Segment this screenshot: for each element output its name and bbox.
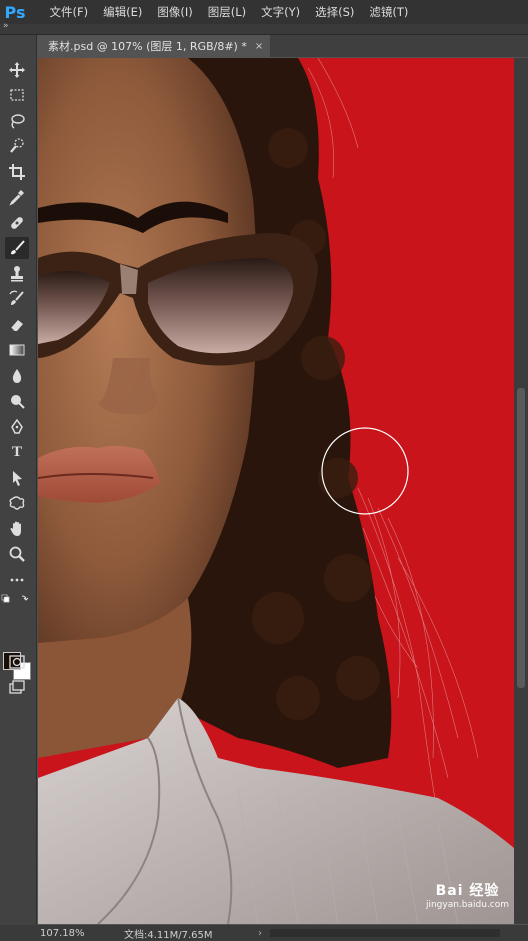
type-icon[interactable]: T [5,441,29,463]
tools-panel: T [0,35,37,931]
watermark-url: jingyan.baidu.com [425,900,510,910]
menu-item[interactable]: 图层(L) [200,4,253,20]
vertical-scrollbar[interactable] [514,58,528,924]
menu-item[interactable]: 选择(S) [308,4,362,20]
more-icon[interactable] [5,569,29,591]
status-menu-arrow-icon[interactable]: › [258,928,262,939]
eyedropper-icon[interactable] [5,186,29,208]
menu-item[interactable]: 图像(I) [150,4,200,20]
screen-mode-icon[interactable] [5,676,29,698]
document-tab-row: 素材.psd @ 107% (图层 1, RGB/8#) * × [38,35,528,57]
menu-bar: Ps 文件(F) 编辑(E) 图像(I) 图层(L) 文字(Y) 选择(S) 滤镜(T) [0,0,528,24]
history-brush-icon[interactable] [5,288,29,310]
collapse-panel-icon[interactable]: » [3,21,9,31]
canvas-image [38,58,514,924]
zoom-level[interactable]: 107.18% [40,928,85,939]
quick-mask-icon[interactable] [5,651,29,673]
menu-item[interactable]: 文件(F) [42,4,96,20]
swap-colors-icon[interactable] [0,593,34,607]
document-tab-title: 素材.psd @ 107% (图层 1, RGB/8#) * [48,40,247,53]
menu-item[interactable]: 编辑(E) [96,4,150,20]
options-bar: » [0,21,528,35]
gradient-icon[interactable] [5,339,29,361]
hand-icon[interactable] [5,518,29,540]
quick-select-icon[interactable] [5,135,29,157]
horizontal-scrollbar[interactable] [270,929,500,937]
healing-icon[interactable] [5,212,29,234]
watermark-brand-cn: 经验 [469,883,500,899]
menu-items: 文件(F) 编辑(E) 图像(I) 图层(L) 文字(Y) 选择(S) 滤镜(T) [42,4,416,20]
eraser-icon[interactable] [5,314,29,336]
lasso-icon[interactable] [5,110,29,132]
menu-item[interactable]: 文字(Y) [254,4,308,20]
document-canvas[interactable] [38,58,514,924]
baidu-watermark: Bai 经验 jingyan.baidu.com [410,880,525,922]
document-tab[interactable]: 素材.psd @ 107% (图层 1, RGB/8#) * × [38,35,270,57]
type-tool-label: T [11,443,22,460]
crop-icon[interactable] [5,161,29,183]
menu-item[interactable]: 滤镜(T) [362,4,416,20]
tab-close-button[interactable]: × [255,41,263,52]
vertical-scroll-thumb[interactable] [517,388,525,688]
custom-shape-icon[interactable] [5,492,29,514]
status-bar: 107.18% 文档:4.11M/7.65M › [0,925,528,941]
zoom-icon[interactable] [5,543,29,565]
marquee-icon[interactable] [5,84,29,106]
brush-icon[interactable] [5,237,29,259]
document-info: 文档:4.11M/7.65M [124,929,213,941]
path-select-icon[interactable] [5,467,29,489]
blur-icon[interactable] [5,365,29,387]
dodge-icon[interactable] [5,390,29,412]
clone-stamp-icon[interactable] [5,263,29,285]
pen-icon[interactable] [5,416,29,438]
move-icon[interactable] [5,59,29,81]
watermark-brand: Bai [435,883,464,899]
